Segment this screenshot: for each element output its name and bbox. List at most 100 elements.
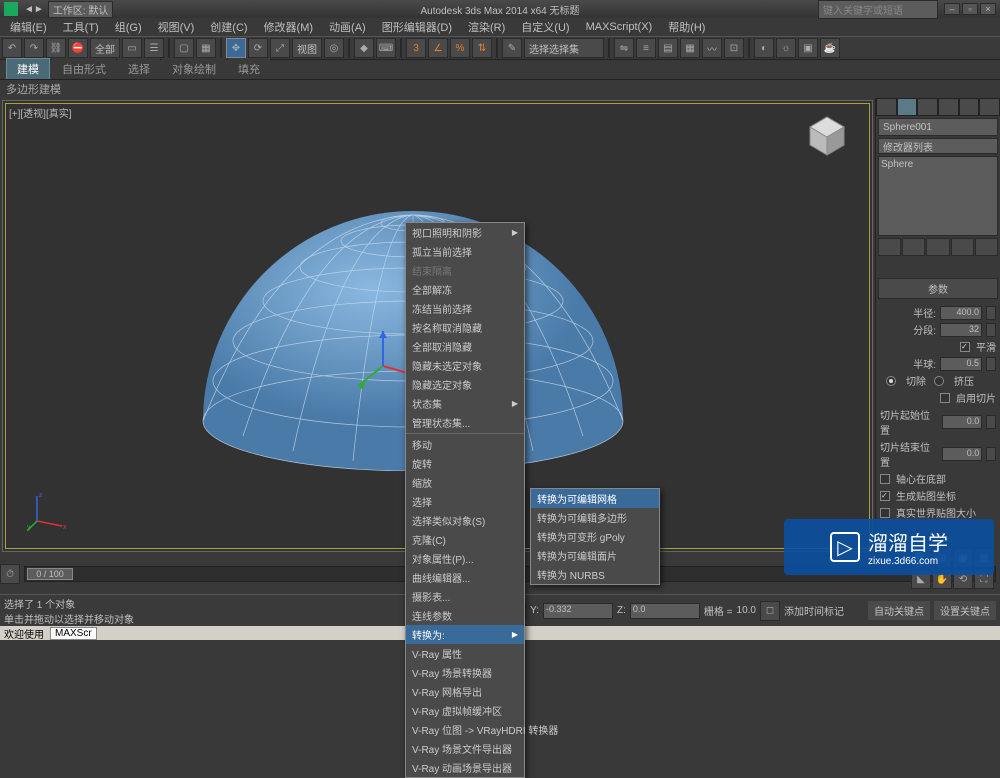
menu-animation[interactable]: 动画(A) [323,19,372,35]
menu-item[interactable]: 视口照明和阴影▶ [406,223,524,242]
use-center-button[interactable]: ◎ [324,38,344,58]
spinner-snap-button[interactable]: ⇅ [472,38,492,58]
curve-editor-button[interactable]: 〰 [702,38,722,58]
menu-item[interactable]: 转换为:▶ [406,625,524,644]
time-config-button[interactable]: ⏱ [0,564,20,584]
hemisphere-spin-buttons[interactable] [986,357,996,371]
select-rect-button[interactable]: ▢ [174,38,194,58]
gen-uv-checkbox[interactable] [880,491,890,501]
select-manipulate-button[interactable]: ◆ [354,38,374,58]
menu-maxscript[interactable]: MAXScript(X) [580,21,659,33]
submenu-item[interactable]: 转换为可编辑多边形 [531,508,659,527]
menu-item[interactable]: 曲线编辑器... [406,568,524,587]
menu-views[interactable]: 视图(V) [152,19,201,35]
menu-tools[interactable]: 工具(T) [57,19,105,35]
align-button[interactable]: ≡ [636,38,656,58]
display-tab-icon[interactable] [959,98,980,116]
keyboard-shortcut-button[interactable]: ⌨ [376,38,396,58]
coord-y-field[interactable]: -0.332 [543,603,613,619]
named-selection-dropdown[interactable]: 选择选择集 [524,38,604,58]
menu-graph-editors[interactable]: 图形编辑器(D) [376,19,458,35]
hierarchy-tab-icon[interactable] [917,98,938,116]
menu-item[interactable]: 全部取消隐藏 [406,337,524,356]
utilities-tab-icon[interactable] [979,98,1000,116]
select-rotate-button[interactable]: ⟳ [248,38,268,58]
show-end-result-button[interactable] [902,238,925,256]
ribbon-tab-populate[interactable]: 填充 [228,59,270,79]
submenu-item[interactable]: 转换为可变形 gPoly [531,527,659,546]
menu-edit[interactable]: 编辑(E) [4,19,53,35]
submenu-item[interactable]: 转换为可编辑面片 [531,546,659,565]
history-fwd-icon[interactable]: ► [34,4,44,15]
chop-radio[interactable] [886,376,896,386]
menu-customize[interactable]: 自定义(U) [515,19,575,35]
submenu-item[interactable]: 转换为可编辑网格 [531,489,659,508]
rollout-parameters[interactable]: 参数 [878,278,998,299]
ref-coord-dropdown[interactable]: 视图 [292,38,322,58]
ribbon-tab-modeling[interactable]: 建模 [6,58,50,79]
add-time-tag[interactable]: 添加时间标记 [784,603,844,618]
select-move-button[interactable]: ✥ [226,38,246,58]
pin-stack-button[interactable] [878,238,901,256]
ribbon-tab-selection[interactable]: 选择 [118,59,160,79]
slice-to-spinner[interactable]: 0.0 [942,447,983,461]
menu-item[interactable]: 克隆(C) [406,530,524,549]
graphite-toggle-button[interactable]: ▦ [680,38,700,58]
unlink-button[interactable]: ⛔ [68,38,88,58]
viewport-label[interactable]: [+][透视][真实] [9,105,72,120]
window-crossing-button[interactable]: ▦ [196,38,216,58]
history-back-icon[interactable]: ◄ [24,4,34,15]
menu-item[interactable]: 隐藏选定对象 [406,375,524,394]
menu-item[interactable]: 对象属性(P)... [406,549,524,568]
segments-spinner[interactable]: 32 [940,323,982,337]
select-by-name-button[interactable]: ☰ [144,38,164,58]
menu-modifiers[interactable]: 修改器(M) [258,19,320,35]
segments-spin-buttons[interactable] [986,323,996,337]
smooth-checkbox[interactable] [960,342,970,352]
angle-snap-button[interactable]: ∠ [428,38,448,58]
radius-spinner[interactable]: 400.0 [940,306,982,320]
menu-item[interactable]: 冻结当前选择 [406,299,524,318]
menu-item[interactable]: 管理状态集... [406,413,524,432]
menu-item[interactable]: V-Ray 场景转换器 [406,663,524,682]
slice-on-checkbox[interactable] [940,393,950,403]
render-setup-button[interactable]: ☼ [776,38,796,58]
select-scale-button[interactable]: ⤢ [270,38,290,58]
material-editor-button[interactable]: ◐ [754,38,774,58]
edit-named-sel-button[interactable]: ✎ [502,38,522,58]
menu-item[interactable]: 摄影表... [406,587,524,606]
make-unique-button[interactable] [926,238,949,256]
menu-item[interactable]: 孤立当前选择 [406,242,524,261]
ribbon-tab-freeform[interactable]: 自由形式 [52,59,116,79]
menu-item[interactable]: V-Ray 属性 [406,644,524,663]
menu-item[interactable]: V-Ray 网格导出 [406,682,524,701]
render-production-button[interactable]: ☕ [820,38,840,58]
schematic-view-button[interactable]: ⊡ [724,38,744,58]
menu-item[interactable]: 全部解冻 [406,280,524,299]
setkey-button[interactable]: 设置关键点 [934,601,996,620]
select-object-button[interactable]: ▭ [122,38,142,58]
configure-sets-button[interactable] [975,238,998,256]
motion-tab-icon[interactable] [938,98,959,116]
menu-help[interactable]: 帮助(H) [662,19,711,35]
real-world-checkbox[interactable] [880,508,890,518]
modifier-list-dropdown[interactable]: 修改器列表 [878,138,998,154]
close-button[interactable]: × [980,3,996,15]
isolate-toggle-button[interactable]: ◻ [760,601,780,621]
redo-button[interactable]: ↷ [24,38,44,58]
create-tab-icon[interactable] [876,98,897,116]
menu-item[interactable]: 选择 [406,492,524,511]
squash-radio[interactable] [934,376,944,386]
time-slider-handle[interactable]: 0 / 100 [27,568,73,580]
undo-button[interactable]: ↶ [2,38,22,58]
menu-item[interactable]: 选择类似对象(S) [406,511,524,530]
restore-button[interactable]: ▫ [962,3,978,15]
menu-item[interactable]: 移动 [406,435,524,454]
rendered-frame-button[interactable]: ▣ [798,38,818,58]
menu-group[interactable]: 组(G) [109,19,148,35]
slice-to-spin-buttons[interactable] [986,447,996,461]
minimize-button[interactable]: – [944,3,960,15]
remove-modifier-button[interactable] [951,238,974,256]
menu-item[interactable]: 缩放 [406,473,524,492]
submenu-item[interactable]: 转换为 NURBS [531,565,659,584]
